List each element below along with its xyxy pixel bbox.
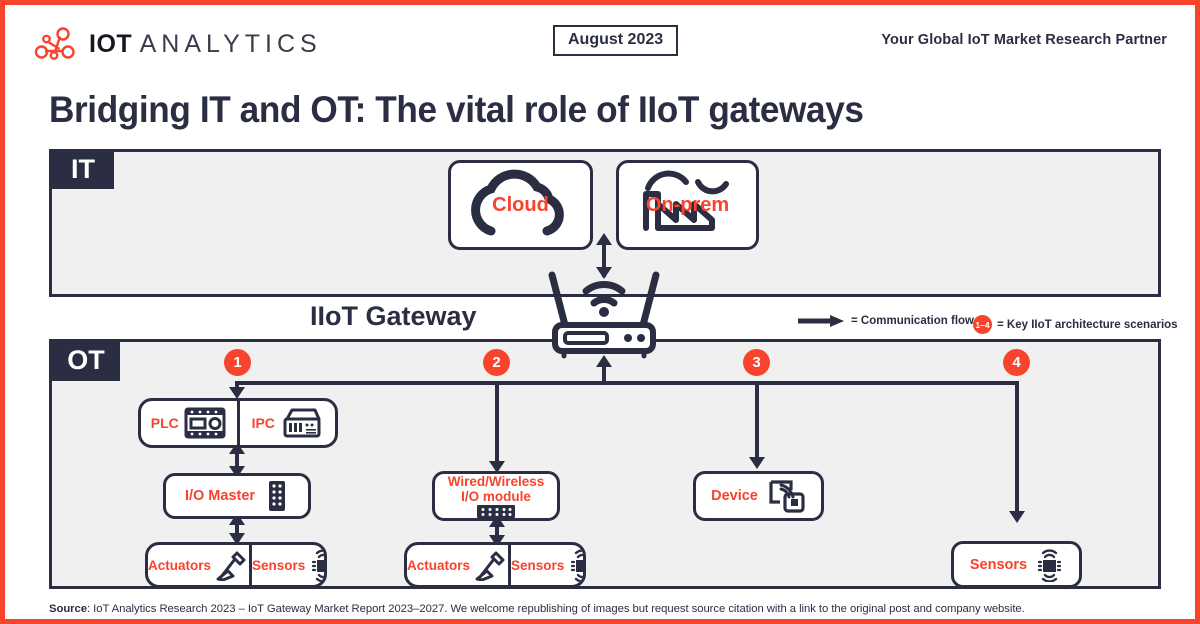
tagline: Your Global IoT Market Research Partner [881,32,1167,48]
onprem-node: On-prem [616,160,759,250]
sensors-label: Sensors [252,557,306,573]
actuators-node: Actuators [407,545,508,585]
source-label: Source [49,603,87,615]
scenario1-endpoints: Actuators Sensors [145,542,327,588]
sensor-chip-icon [309,548,324,582]
logo-text-bold: IOT [89,29,133,58]
infographic-page: IOT ANALYTICS August 2023 Your Global Io… [0,0,1200,624]
ot-horizontal-bus [237,381,1017,385]
cloud-label: Cloud [492,193,549,216]
legend-scenarios-label: = Key IIoT architecture scenarios [997,318,1178,331]
scenario-marker-3: 3 [743,349,770,376]
arrow-down-icon [1009,511,1025,523]
scenario2-endpoints: Actuators Sensors [404,542,586,588]
scenario4-sensors-node: Sensors [951,541,1082,588]
device-label: Device [711,488,758,504]
io-module-label-line2: I/O module [461,488,531,504]
router-gateway-icon [520,263,688,363]
scenario4-drop-line [1015,381,1019,517]
network-nodes-icon [33,27,77,61]
page-title: Bridging IT and OT: The vital role of II… [49,89,864,130]
iiot-gateway-node [520,263,688,363]
date-badge: August 2023 [553,25,679,56]
ot-layer-label: OT [52,339,120,381]
arrow-down-icon [749,457,765,469]
onprem-label: On-prem [645,193,730,216]
sensor-chip-icon [568,548,583,582]
terminal-block-icon [477,504,515,518]
scenario2-drop-line [495,381,499,467]
actuators-label: Actuators [148,557,212,573]
scenario1-controllers: PLC IPC [138,398,338,448]
ipc-node: IPC [236,401,336,445]
it-layer-label: IT [52,149,114,189]
actuators-node: Actuators [148,545,249,585]
plc-node: PLC [141,401,237,445]
io-module-label-line1: Wired/Wireless [447,473,545,489]
brand-logo: IOT ANALYTICS [33,27,322,61]
scenario-marker-1: 1 [224,349,251,376]
sensors-label: Sensors [969,556,1028,573]
sensors-node: Sensors [249,545,324,585]
plc-label: PLC [150,415,179,431]
arrow-up-icon [596,233,612,245]
io-master-node: I/O Master [163,473,311,519]
connected-device-icon [766,478,806,514]
cloud-node: Cloud [448,160,593,250]
wired-wireless-io-module-node: Wired/Wireless I/O module [432,471,560,521]
logo-text-thin: ANALYTICS [139,29,322,58]
plc-module-icon [183,406,227,440]
sensors-label: Sensors [511,557,565,573]
arrow-right-icon [798,315,844,327]
source-text: : IoT Analytics Research 2023 – IoT Gate… [87,603,1025,615]
legend-flow-label: = Communication flow [851,315,974,327]
io-master-label: I/O Master [184,488,256,504]
robot-arm-icon [474,549,508,581]
source-footer: Source: IoT Analytics Research 2023 – Io… [49,603,1025,615]
ipc-label: IPC [251,415,275,431]
scenario3-drop-line [755,381,759,463]
sensor-chip-icon [1035,548,1063,582]
gateway-label: IIoT Gateway [310,301,477,331]
scenario-marker-2: 2 [483,349,510,376]
scenario-marker-4: 4 [1003,349,1030,376]
actuators-label: Actuators [407,557,471,573]
scenario-badge: 1–4 [973,315,992,334]
robot-arm-icon [215,549,249,581]
legend-communication-flow: = Communication flow [798,315,974,327]
device-node: Device [693,471,824,521]
logo-wordmark: IOT ANALYTICS [89,30,322,59]
industrial-pc-icon [279,406,323,440]
io-module-icon [265,479,289,513]
legend-scenarios: 1–4 = Key IIoT architecture scenarios [973,315,1178,334]
sensors-node: Sensors [508,545,583,585]
